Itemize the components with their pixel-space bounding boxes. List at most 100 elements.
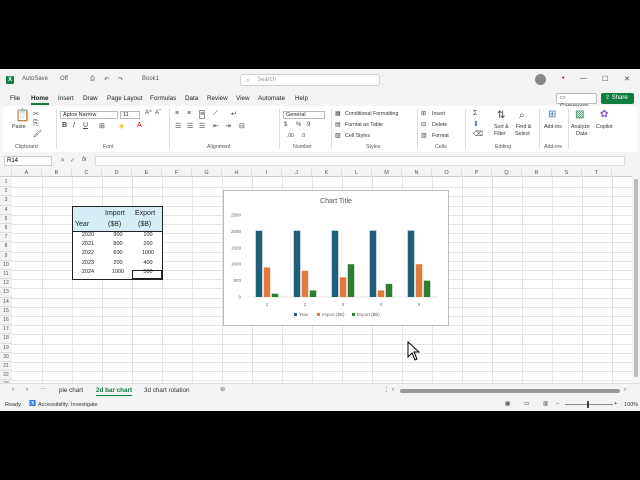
bar[interactable] bbox=[271, 293, 279, 297]
bar[interactable] bbox=[369, 230, 377, 297]
accessibility-status[interactable]: Accessibility: Investigate bbox=[38, 402, 98, 408]
vertical-scrollbar[interactable] bbox=[632, 169, 640, 383]
data-label[interactable]: Data bbox=[576, 131, 587, 137]
row-header[interactable]: 8 bbox=[0, 242, 12, 252]
tab-formulas[interactable]: Formulas bbox=[150, 95, 176, 102]
column-header[interactable]: A bbox=[12, 169, 42, 177]
column-header[interactable]: I bbox=[252, 169, 282, 177]
find-label[interactable]: Find & bbox=[516, 124, 531, 130]
bar[interactable] bbox=[347, 264, 355, 297]
table-cell[interactable]: 600 bbox=[103, 250, 133, 256]
tab-home[interactable]: Home bbox=[31, 95, 49, 105]
format-painter-icon[interactable]: 🖌 bbox=[33, 130, 42, 138]
fill-color-icon[interactable]: ◈ bbox=[119, 122, 124, 130]
comma-button[interactable]: 9 bbox=[307, 122, 310, 128]
table-cell[interactable]: 1000 bbox=[133, 250, 163, 256]
filter-label[interactable]: Filter bbox=[494, 131, 506, 137]
table-cell[interactable]: 800 bbox=[103, 241, 133, 247]
zoom-slider[interactable] bbox=[565, 401, 613, 408]
percent-button[interactable]: % bbox=[296, 122, 301, 128]
cell-styles-icon[interactable]: ▧ bbox=[335, 132, 341, 139]
table-cell[interactable]: 2022 bbox=[73, 250, 103, 256]
column-header[interactable]: M bbox=[372, 169, 402, 177]
close-icon[interactable]: ✕ bbox=[624, 75, 630, 83]
bar[interactable] bbox=[301, 270, 309, 297]
column-header[interactable]: C bbox=[72, 169, 102, 177]
paste-label[interactable]: Paste bbox=[12, 124, 26, 130]
column-header[interactable]: N bbox=[402, 169, 432, 177]
tab-review[interactable]: Review bbox=[207, 95, 228, 102]
column-header[interactable]: O bbox=[432, 169, 462, 177]
number-format-select[interactable]: General bbox=[283, 111, 325, 119]
normal-view-icon[interactable]: ▦ bbox=[505, 401, 510, 407]
analyze-label[interactable]: Analyze bbox=[571, 124, 590, 130]
tab-page-layout[interactable]: Page Layout bbox=[107, 95, 142, 102]
data-table[interactable]: Year Import ($B) Export ($B) 2020 900 100 2… bbox=[72, 205, 163, 280]
row-header[interactable]: 6 bbox=[0, 224, 12, 234]
row-header[interactable]: 18 bbox=[0, 334, 12, 344]
analyze-data-icon[interactable]: ▨ bbox=[575, 109, 584, 120]
font-name-select[interactable]: Aptos Narrow bbox=[60, 111, 118, 119]
scroll-right-icon[interactable]: › bbox=[624, 386, 626, 393]
table-cell[interactable]: 2021 bbox=[73, 241, 103, 247]
row-header[interactable]: 17 bbox=[0, 325, 12, 335]
row-header[interactable]: 21 bbox=[0, 362, 12, 372]
column-header[interactable]: T bbox=[582, 169, 612, 177]
table-cell[interactable]: 400 bbox=[133, 260, 163, 266]
save-icon[interactable]: ⎙ bbox=[90, 76, 95, 83]
table-cell[interactable]: 2023 bbox=[73, 260, 103, 266]
column-header[interactable]: G bbox=[192, 169, 222, 177]
bar-chart[interactable]: Chart Title 0 500 1000 1500 2000 2500 1 2 3 4 5 Yea… bbox=[223, 190, 449, 326]
cut-icon[interactable]: ✂ bbox=[33, 110, 39, 118]
zoom-in-icon[interactable]: + bbox=[614, 401, 617, 407]
tab-insert[interactable]: Insert bbox=[58, 95, 74, 102]
row-header[interactable]: 12 bbox=[0, 279, 12, 289]
sheet-tab-pie-chart[interactable]: pie chart bbox=[59, 387, 83, 394]
clear-icon[interactable]: ⌫ bbox=[473, 130, 483, 138]
add-ins-button[interactable]: Add-ins bbox=[544, 124, 562, 130]
table-cell[interactable]: 1000 bbox=[103, 269, 133, 275]
select-all-corner[interactable] bbox=[0, 169, 12, 177]
column-header[interactable]: L bbox=[342, 169, 372, 177]
align-bottom-icon[interactable]: ≡ bbox=[199, 110, 206, 119]
fx-icon[interactable]: fx bbox=[82, 157, 87, 163]
tab-help[interactable]: Help bbox=[295, 95, 308, 102]
page-layout-view-icon[interactable]: ▭ bbox=[524, 401, 529, 407]
bar[interactable] bbox=[377, 290, 385, 297]
sort-label[interactable]: Sort & bbox=[494, 124, 509, 130]
decrease-decimal-icon[interactable]: .0 bbox=[301, 133, 305, 139]
bar[interactable] bbox=[309, 290, 317, 297]
comments-button[interactable]: ▭ Comments bbox=[556, 93, 597, 110]
avatar[interactable] bbox=[535, 74, 546, 85]
table-cell[interactable]: 900 bbox=[103, 232, 133, 238]
tab-data[interactable]: Data bbox=[185, 95, 198, 102]
format-as-table-button[interactable]: Format as Table bbox=[345, 122, 383, 128]
increase-font-icon[interactable]: A^ bbox=[145, 110, 152, 116]
horizontal-scrollbar[interactable] bbox=[400, 389, 620, 393]
format-cells-button[interactable]: Format bbox=[432, 133, 449, 139]
decrease-indent-icon[interactable]: ⇤ bbox=[213, 122, 219, 130]
align-right-icon[interactable]: ☰ bbox=[199, 122, 205, 130]
copy-icon[interactable]: ⎘ bbox=[33, 120, 39, 128]
decrease-font-icon[interactable]: Aˇ bbox=[155, 110, 161, 116]
format-table-icon[interactable]: ▤ bbox=[335, 121, 341, 128]
autosave-toggle[interactable]: Off bbox=[60, 76, 68, 82]
row-header[interactable]: 11 bbox=[0, 270, 12, 280]
column-header[interactable]: P bbox=[462, 169, 492, 177]
cancel-icon[interactable]: ✕ bbox=[60, 157, 65, 164]
font-color-icon[interactable]: A bbox=[137, 122, 142, 129]
sheet-tab-3d-chart-rotation[interactable]: 3d chart rotation bbox=[144, 387, 190, 394]
bar[interactable] bbox=[331, 230, 339, 297]
row-header[interactable]: 5 bbox=[0, 214, 12, 224]
align-left-icon[interactable]: ☰ bbox=[175, 122, 181, 130]
next-sheet-icon[interactable]: › bbox=[26, 386, 28, 393]
tab-draw[interactable]: Draw bbox=[83, 95, 98, 102]
bold-button[interactable]: B bbox=[62, 122, 67, 129]
share-button[interactable]: ⇪ Share bbox=[601, 93, 634, 104]
bar[interactable] bbox=[415, 264, 423, 297]
zoom-slider-thumb[interactable] bbox=[587, 401, 589, 408]
row-header[interactable]: 9 bbox=[0, 251, 12, 261]
copilot-icon[interactable]: ✿ bbox=[600, 109, 608, 120]
row-header[interactable]: 20 bbox=[0, 352, 12, 362]
insert-cells-button[interactable]: Insert bbox=[432, 111, 445, 117]
